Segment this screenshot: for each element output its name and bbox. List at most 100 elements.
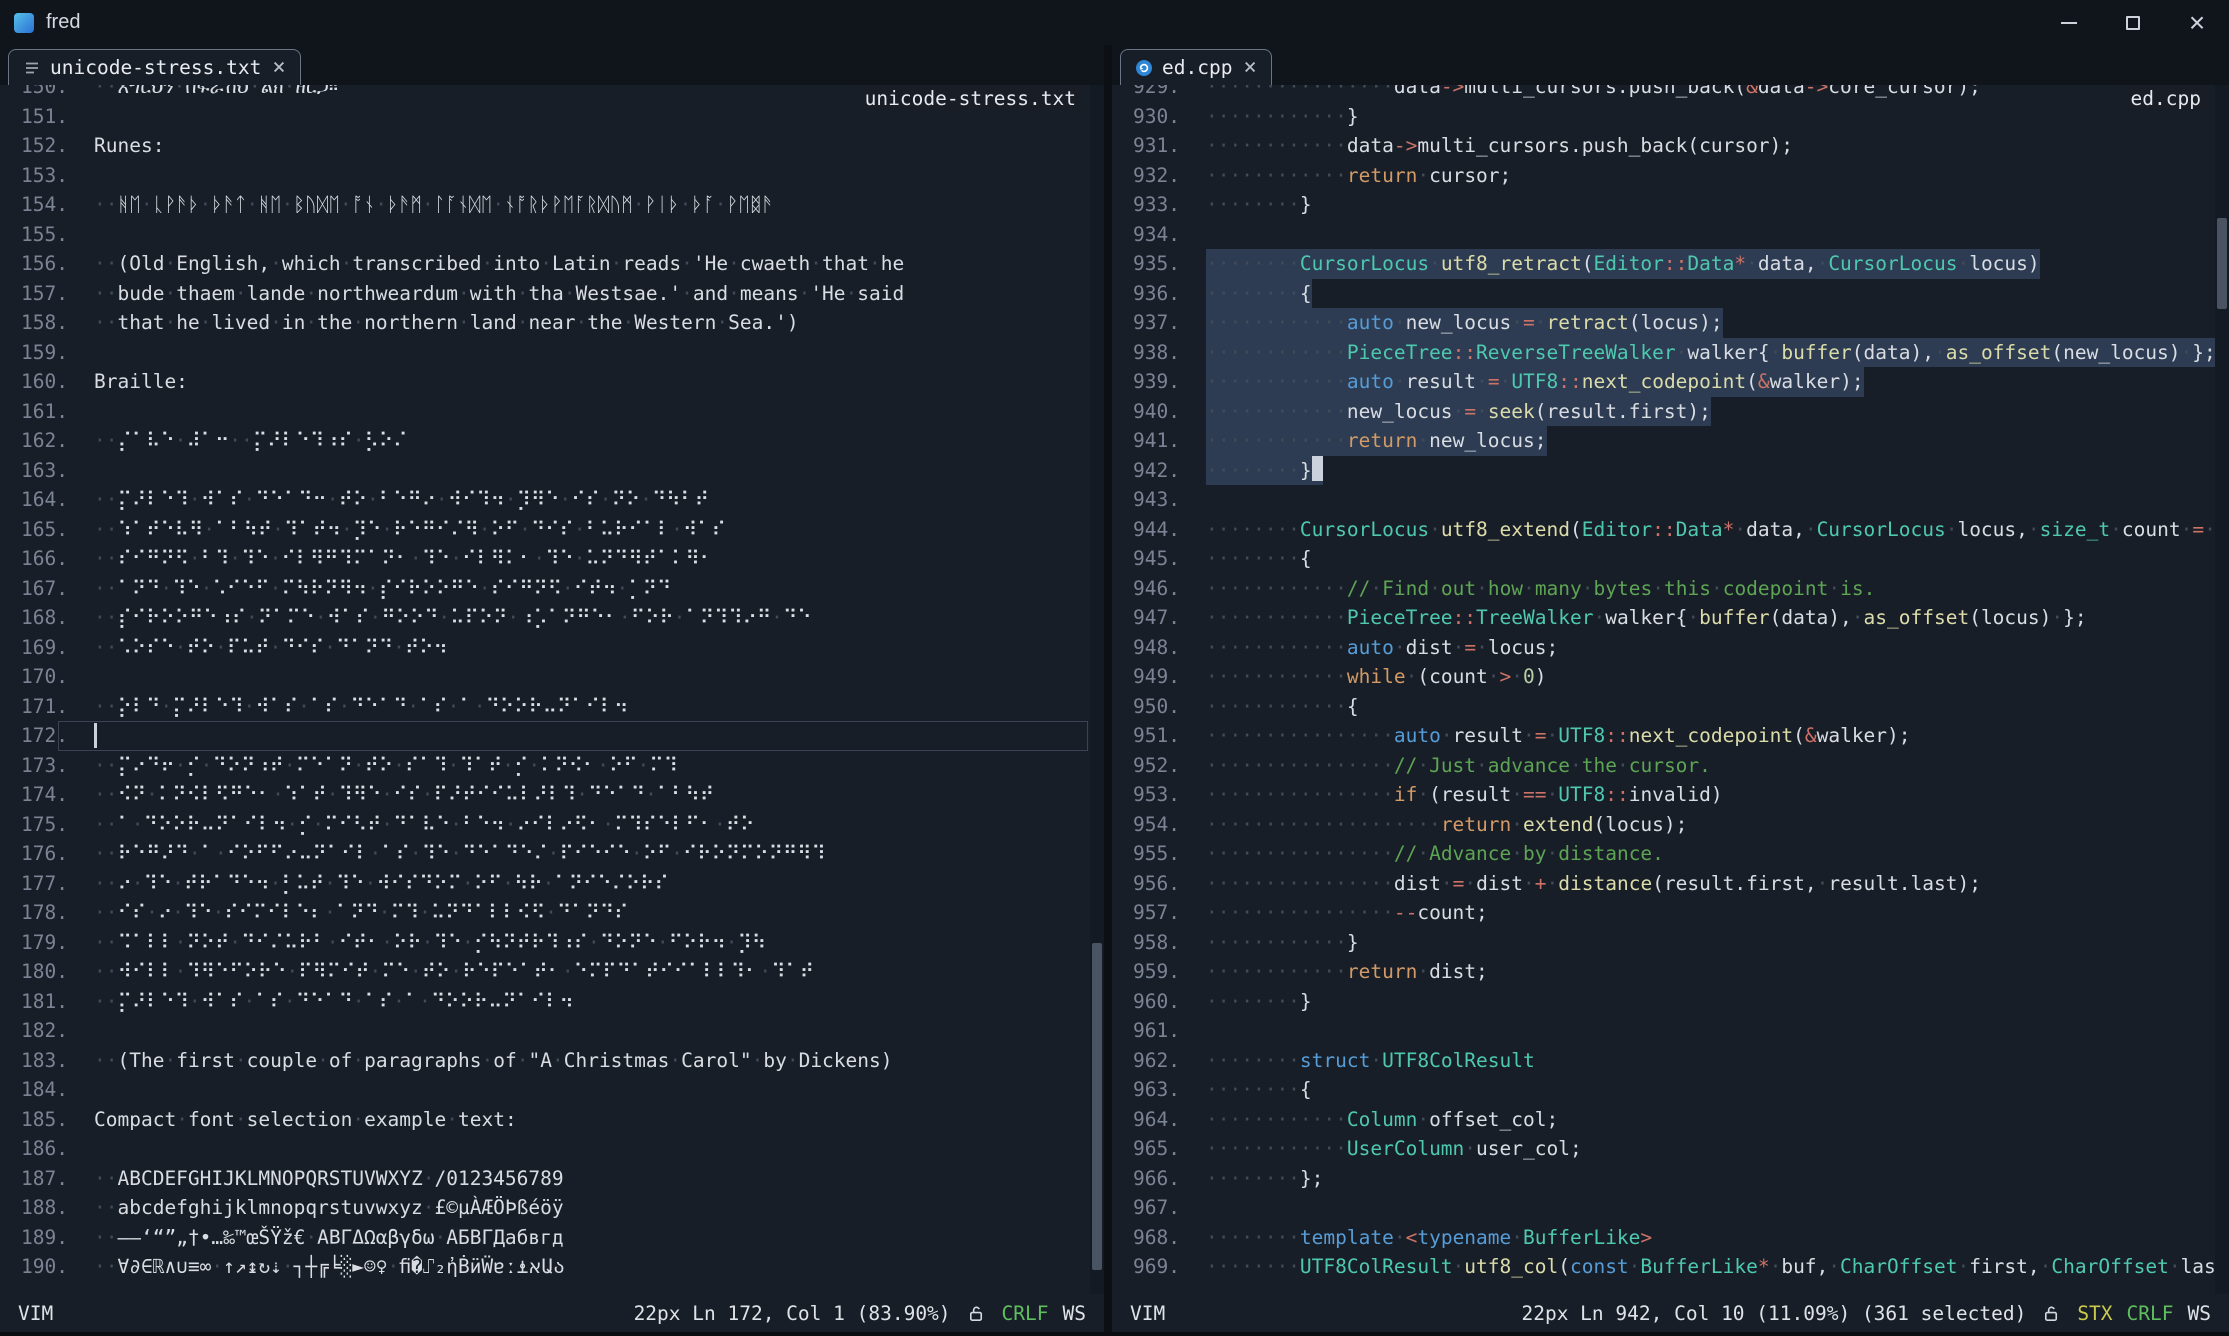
code-line[interactable]: 955.················//·Advance·by·distan… <box>1112 839 2215 869</box>
code-line[interactable]: 954.····················return·extend(lo… <box>1112 810 2215 840</box>
code-line[interactable]: 173.··⡍⠔⠙⠖·⡊·⠙⠕⠝⠰⠞·⠍⠑⠁⠝·⠞⠕·⠎⠁⠹·⠹⠁⠞·⡊·⠅⠝⠪… <box>0 751 1090 781</box>
scrollbar-thumb[interactable] <box>1092 943 1102 1269</box>
tab-close-button[interactable]: × <box>1243 57 1256 79</box>
code-line[interactable]: 962.········struct·UTF8ColResult <box>1112 1046 2215 1076</box>
code-line[interactable]: 948.············auto·dist·=·locus; <box>1112 633 2215 663</box>
code-line[interactable]: 174.··⠪⠝·⠅⠝⠪⠇⠫⠛⠑⠂·⠱⠁⠞·⠹⠻⠑·⠊⠎·⠏⠜⠞⠊⠊⠥⠇⠜⠇⠹·… <box>0 780 1090 810</box>
left-scrollbar[interactable] <box>1090 85 1104 1294</box>
code-line[interactable]: 967. <box>1112 1193 2215 1223</box>
code-line[interactable]: 938.············PieceTree::ReverseTreeWa… <box>1112 338 2215 368</box>
scrollbar-thumb[interactable] <box>2217 218 2227 309</box>
code-line[interactable]: 157.··bude·thaem·lande·northweardum·with… <box>0 279 1090 309</box>
code-line[interactable]: 965.············UserColumn·user_col; <box>1112 1134 2215 1164</box>
line-number: 951. <box>1128 721 1180 751</box>
code-line[interactable]: 183.··(The·first·couple·of·paragraphs·of… <box>0 1046 1090 1076</box>
close-button[interactable]: × <box>2165 0 2229 45</box>
code-line[interactable]: 936.········{ <box>1112 279 2215 309</box>
code-line[interactable]: 940.············new_locus·=·seek(result.… <box>1112 397 2215 427</box>
code-line[interactable]: 934. <box>1112 220 2215 250</box>
code-line[interactable]: 185.Compact·font·selection·example·text: <box>0 1105 1090 1135</box>
code-line[interactable]: 946.············//·Find·out·how·many·byt… <box>1112 574 2215 604</box>
maximize-button[interactable] <box>2101 0 2165 45</box>
code-line[interactable]: 963.········{ <box>1112 1075 2215 1105</box>
code-line[interactable]: 939.············auto·result·=·UTF8::next… <box>1112 367 2215 397</box>
code-line[interactable]: 172. <box>0 721 1090 751</box>
code-line[interactable]: 160.Braille: <box>0 367 1090 397</box>
code-line[interactable]: 163. <box>0 456 1090 486</box>
code-line[interactable]: 944.········CursorLocus·utf8_extend(Edit… <box>1112 515 2215 545</box>
code-line[interactable]: 156.··(Old·English,·which·transcribed·in… <box>0 249 1090 279</box>
code-line[interactable]: 161. <box>0 397 1090 427</box>
code-line[interactable]: 169.··⠡⠕⠎⠑·⠞⠕·⠏⠥⠞·⠙⠊⠎·⠙⠁⠝⠙·⠞⠕⠲ <box>0 633 1090 663</box>
code-line[interactable]: 929.················data->multi_cursors.… <box>1112 85 2215 102</box>
code-line[interactable]: 154.··ᚻᛖ·ᚳᚹᚫᚦ·ᚦᚫᛏ·ᚻᛖ·ᛒᚢᛞᛖ·ᚩᚾ·ᚦᚫᛗ·ᛚᚪᚾᛞᛖ·ᚾ… <box>0 190 1090 220</box>
code-line[interactable]: 932.············return·cursor; <box>1112 161 2215 191</box>
code-line[interactable]: 964.············Column·offset_col; <box>1112 1105 2215 1135</box>
code-line[interactable]: 170. <box>0 662 1090 692</box>
line-number: 960. <box>1128 987 1180 1017</box>
code-line[interactable]: 159. <box>0 338 1090 368</box>
code-line[interactable]: 152.Runes: <box>0 131 1090 161</box>
app-icon <box>14 13 34 33</box>
code-line[interactable]: 933.········} <box>1112 190 2215 220</box>
code-line[interactable]: 935.········CursorLocus·utf8_retract(Edi… <box>1112 249 2215 279</box>
code-line[interactable]: 942.········} <box>1112 456 2215 486</box>
code-line[interactable]: 190.··∀∂∈ℝ∧∪≡∞·↑↗↨↻⇣·┐┼╔╘░►☺♀·ﬁ�⑀₂ἠḂӥẄɐː… <box>0 1252 1090 1282</box>
code-line[interactable]: 189.··–—‘“”„†•…‰™œŠŸž€·ΑΒΓΔΩαβγδω·АБВГДа… <box>0 1223 1090 1253</box>
code-line[interactable]: 951.················auto·result·=·UTF8::… <box>1112 721 2215 751</box>
code-line[interactable]: 168.··⡎⠊⠗⠕⠕⠛⠑⠰⠎·⠝⠁⠍⠑·⠺⠁⠎·⠛⠕⠕⠙·⠥⠏⠕⠝·⠰⡡⠁⠝⠛… <box>0 603 1090 633</box>
code-line[interactable]: 958.············} <box>1112 928 2215 958</box>
code-line[interactable]: 177.··⠔·⠹⠑·⠞⠗⠁⠙⠑⠲·⡃⠥⠞·⠹⠑·⠺⠊⠎⠙⠕⠍·⠕⠋·⠳⠗·⠁⠝… <box>0 869 1090 899</box>
code-line[interactable]: 158.··that·he·lived·in·the·northern·land… <box>0 308 1090 338</box>
code-line[interactable]: 949.············while·(count·>·0) <box>1112 662 2215 692</box>
right-editor[interactable]: 929.················data->multi_cursors.… <box>1112 85 2229 1294</box>
code-line[interactable]: 164.··⡍⠜⠇⠑⠹·⠺⠁⠎·⠙⠑⠁⠙⠒·⠞⠕·⠃⠑⠛⠔·⠺⠊⠹⠲·⡹⠻⠑·⠊… <box>0 485 1090 515</box>
code-line[interactable]: 182. <box>0 1016 1090 1046</box>
tab-close-button[interactable]: × <box>272 57 285 79</box>
code-line[interactable]: 181.··⡍⠜⠇⠑⠹·⠺⠁⠎·⠁⠎·⠙⠑⠁⠙·⠁⠎·⠁·⠙⠕⠕⠗⠤⠝⠁⠊⠇⠲ <box>0 987 1090 1017</box>
code-line[interactable]: 947.············PieceTree::TreeWalker·wa… <box>1112 603 2215 633</box>
code-line[interactable]: 186. <box>0 1134 1090 1164</box>
code-line[interactable]: 937.············auto·new_locus·=·retract… <box>1112 308 2215 338</box>
code-line[interactable]: 960.········} <box>1112 987 2215 1017</box>
code-line[interactable]: 957.················--count; <box>1112 898 2215 928</box>
code-line[interactable]: 950.············{ <box>1112 692 2215 722</box>
unlock-icon[interactable] <box>2042 1304 2061 1323</box>
code-line[interactable]: 166.··⠎⠊⠛⠝⠫·⠃⠹·⠹⠑·⠊⠇⠻⠛⠹⠍⠁⠝⠂·⠹⠑·⠊⠇⠻⠅⠂·⠹⠑·… <box>0 544 1090 574</box>
tab-ed-cpp[interactable]: ed.cpp × <box>1120 49 1272 85</box>
code-line[interactable]: 153. <box>0 161 1090 191</box>
code-line[interactable]: 930.············} <box>1112 102 2215 132</box>
minimize-button[interactable] <box>2037 0 2101 45</box>
code-line[interactable]: 184. <box>0 1075 1090 1105</box>
code-line[interactable]: 931.············data->multi_cursors.push… <box>1112 131 2215 161</box>
code-line[interactable]: 187.··ABCDEFGHIJKLMNOPQRSTUVWXYZ·/012345… <box>0 1164 1090 1194</box>
unlock-icon[interactable] <box>967 1304 986 1323</box>
code-line[interactable]: 941.············return·new_locus; <box>1112 426 2215 456</box>
code-line[interactable]: 162.··⡌⠁⠧⠑·⠼⠁⠒··⡍⠜⠇⠑⠹⠰⠎·⡣⠕⠌ <box>0 426 1090 456</box>
code-line[interactable]: 968.········template·<typename·BufferLik… <box>1112 1223 2215 1253</box>
code-line[interactable]: 945.········{ <box>1112 544 2215 574</box>
code-line[interactable]: 188.··abcdefghijklmnopqrstuvwxyz·£©µÀÆÖÞ… <box>0 1193 1090 1223</box>
tab-unicode-stress-txt[interactable]: unicode-stress.txt × <box>8 49 301 85</box>
code-line[interactable]: 969.········UTF8ColResult·utf8_col(const… <box>1112 1252 2215 1282</box>
line-number: 940. <box>1128 397 1180 427</box>
code-line[interactable]: 175.··⠁·⠙⠕⠕⠗⠤⠝⠁⠊⠇⠲·⡊·⠍⠊⠣⠞·⠙⠁⠧⠑·⠃⠑⠲·⠔⠊⠇⠔⠫… <box>0 810 1090 840</box>
code-line[interactable]: 961. <box>1112 1016 2215 1046</box>
code-line[interactable]: 956.················dist·=·dist·+·distan… <box>1112 869 2215 899</box>
code-line[interactable]: 178.··⠊⠎·⠔·⠹⠑·⠎⠊⠍⠊⠇⠑⠆·⠁⠝⠙·⠍⠹·⠥⠝⠙⠁⠇⠇⠪⠫·⠙⠁… <box>0 898 1090 928</box>
code-line[interactable]: 167.··⠁⠝⠙·⠹⠑·⠡⠊⠑⠋·⠍⠳⠗⠝⠻⠲·⡎⠊⠗⠕⠕⠛⠑·⠎⠊⠛⠝⠫·⠊… <box>0 574 1090 604</box>
code-line[interactable]: 180.··⠺⠊⠇⠇·⠹⠻⠑⠋⠕⠗⠑·⠏⠻⠍⠊⠞·⠍⠑·⠞⠕·⠗⠑⠏⠑⠁⠞⠂·⠑… <box>0 957 1090 987</box>
code-line[interactable]: 155. <box>0 220 1090 250</box>
code-line[interactable]: 176.··⠗⠑⠛⠜⠙·⠁·⠊⠕⠋⠋⠔⠤⠝⠁⠊⠇·⠁⠎·⠹⠑·⠙⠑⠁⠙⠑⠌·⠏⠊… <box>0 839 1090 869</box>
code-line[interactable]: 959.············return·dist; <box>1112 957 2215 987</box>
code-line[interactable]: 165.··⠱⠁⠞⠑⠧⠻·⠁⠃⠳⠞·⠹⠁⠞⠲·⡹⠑·⠗⠑⠛⠊⠌⠻·⠕⠋·⠙⠊⠎·… <box>0 515 1090 545</box>
pane-divider[interactable] <box>1104 45 1112 1332</box>
code-line[interactable]: 953.················if·(result·==·UTF8::… <box>1112 780 2215 810</box>
right-scrollbar[interactable] <box>2215 85 2229 1294</box>
code-line[interactable]: 966.········}; <box>1112 1164 2215 1194</box>
code-line[interactable]: 179.··⠩⠁⠇⠇·⠝⠕⠞·⠙⠊⠌⠥⠗⠃·⠊⠞⠂·⠕⠗·⠹⠑·⡊⠳⠝⠞⠗⠹⠰⠎… <box>0 928 1090 958</box>
left-editor[interactable]: 150.··እግርህን·በፍራሽህ·ልክ·ዘርጋ።151.152.Runes:1… <box>0 85 1104 1294</box>
code-line[interactable]: 943. <box>1112 485 2215 515</box>
code-line[interactable]: 952.················//·Just·advance·the·… <box>1112 751 2215 781</box>
code-line[interactable]: 171.··⡕⠇⠙·⡍⠜⠇⠑⠹·⠺⠁⠎·⠁⠎·⠙⠑⠁⠙·⠁⠎·⠁·⠙⠕⠕⠗⠤⠝⠁… <box>0 692 1090 722</box>
